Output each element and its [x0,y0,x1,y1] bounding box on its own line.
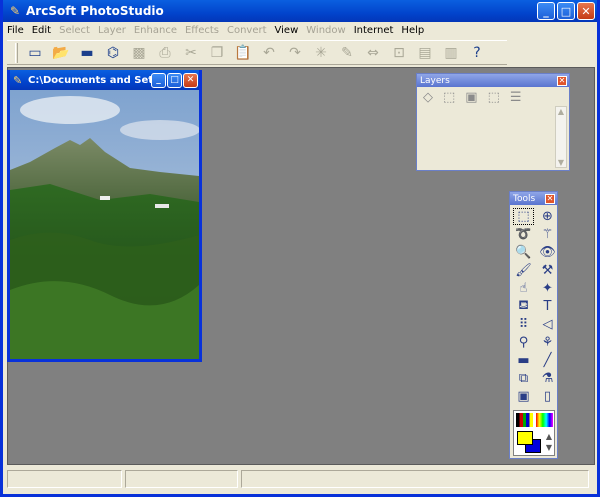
title-bar[interactable]: ✎ ArcSoft PhotoStudio _ □ ✕ [3,0,597,22]
color-palette-swatch[interactable] [516,413,533,427]
acquire-icon[interactable]: ▩ [128,42,150,64]
menu-layer[interactable]: Layer [98,25,126,36]
frame-icon[interactable]: ▣ [513,388,534,405]
menu-window[interactable]: Window [306,25,345,36]
main-toolbar: ▭ 📂 ▬ ⌬ ▩ ⎙ ✂ ❐ 📋 ↶ ↷ ✳ ✎ ⇔ ⊡ ▤ ▥? [7,40,507,65]
document-window[interactable]: ✎ C:\Documents and Set... _ □ ✕ [7,70,202,362]
fill-icon[interactable]: ⛾ [513,298,534,315]
layers-list[interactable] [420,110,556,166]
move-select-icon[interactable]: ⊕ [537,208,558,225]
airbrush-icon[interactable]: ⠿ [513,316,534,333]
document-title: C:\Documents and Set... [28,74,151,86]
menu-help[interactable]: Help [401,25,424,36]
photo-canvas[interactable] [10,90,199,359]
save-icon[interactable]: ▬ [76,42,98,64]
document-icon: ✎ [13,73,23,87]
help-icon[interactable]: ? [466,42,488,64]
print-icon[interactable]: ⎙ [154,42,176,64]
status-pane-1 [7,470,122,488]
app-logo-icon: ✎ [9,4,21,18]
zoom-icon[interactable]: 🔍 [513,244,534,261]
red-eye-icon[interactable]: 👁 [537,244,558,261]
redo-icon[interactable]: ↷ [284,42,306,64]
doc-minimize-button[interactable]: _ [151,72,166,88]
clone-icon[interactable]: ⚒ [537,262,558,279]
menu-effects[interactable]: Effects [185,25,219,36]
doc-maximize-button[interactable]: □ [167,72,182,88]
layer-action-icon[interactable]: ☰ [510,90,522,105]
layer-action-icon[interactable]: ⬚ [488,90,500,105]
line-icon[interactable]: ╱ [537,352,558,369]
gradient-icon[interactable]: ▬ [513,352,534,369]
close-button[interactable]: ✕ [577,2,595,20]
tools-grid: ⬚ ⊕ ➰ ⚚ 🔍 👁 🖌 ⚒ ☝ ✦ ⛾ T ⠿ ◁ ⚲ ⚘ ▬ ╱ ⧉ ⚗ ▣ ▯ [510,205,557,405]
magic-wand-icon[interactable]: ⚚ [537,226,558,243]
menu-internet[interactable]: Internet [354,25,394,36]
foreground-color[interactable] [517,431,533,445]
toolbar-grip[interactable] [15,42,18,63]
menu-view[interactable]: View [275,25,299,36]
scroll-up-icon[interactable]: ▲ [558,107,564,116]
magic-icon[interactable]: ✳ [310,42,332,64]
menu-convert[interactable]: Convert [227,25,267,36]
smudge-icon[interactable]: ☝ [513,280,534,297]
tools-title: Tools [513,193,536,204]
crop-icon[interactable]: ⊡ [388,42,410,64]
status-bar [7,470,595,490]
menu-file[interactable]: File [7,25,24,36]
swap-colors-icon[interactable]: ▲ ▼ [544,431,554,453]
menu-select[interactable]: Select [59,25,90,36]
layers-title: Layers [420,75,450,86]
eraser-icon[interactable]: ✎ [336,42,358,64]
layers-icon-row: ◇ ⬚ ▣ ⬚ ☰ [417,87,569,108]
retouch-icon[interactable]: ⚘ [537,334,558,351]
tools-palette[interactable]: Tools ✕ ⬚ ⊕ ➰ ⚚ 🔍 👁 🖌 ⚒ ☝ ✦ ⛾ T ⠿ ◁ ⚲ ⚘ ▬ ╱ ⧉ ⚗ ▣ ▯ ▲ ▼ [509,191,558,459]
eyedropper-icon[interactable]: ⚗ [537,370,558,387]
blur-icon[interactable]: ✦ [537,280,558,297]
layer-action-icon[interactable]: ⬚ [443,90,455,105]
crop-tool-icon[interactable]: ⧉ [513,370,534,387]
brush-icon[interactable]: 🖌 [513,262,534,279]
doc-close-button[interactable]: ✕ [183,72,198,88]
scan-icon[interactable]: ⌬ [102,42,124,64]
rect-select-icon[interactable]: ⬚ [513,208,534,225]
color-selector[interactable]: ▲ ▼ [513,410,555,456]
eraser-tool-icon[interactable]: ▯ [537,388,558,405]
document-title-bar[interactable]: ✎ C:\Documents and Set... _ □ ✕ [10,70,199,90]
stamp-icon[interactable]: ⚲ [513,334,534,351]
window-title: ArcSoft PhotoStudio [26,4,164,18]
resize-icon[interactable]: ⇔ [362,42,384,64]
maximize-button[interactable]: □ [557,2,575,20]
cut-icon[interactable]: ✂ [180,42,202,64]
undo-icon[interactable]: ↶ [258,42,280,64]
menu-bar: File Edit Select Layer Enhance Effects Convert… [3,22,597,39]
tools-title-bar[interactable]: Tools ✕ [510,192,557,205]
layer-action-icon[interactable]: ▣ [465,90,477,105]
layer-action-icon[interactable]: ◇ [423,90,433,105]
scroll-down-icon[interactable]: ▼ [558,158,564,167]
minimize-button[interactable]: _ [537,2,555,20]
landscape-photo [10,90,199,359]
menu-enhance[interactable]: Enhance [134,25,177,36]
tools-close-button[interactable]: ✕ [545,193,555,204]
lasso-icon[interactable]: ➰ [513,226,534,243]
slideshow-icon[interactable]: ▥ [440,42,462,64]
text-icon[interactable]: T [537,298,558,315]
menu-edit[interactable]: Edit [32,25,51,36]
layers-scrollbar[interactable]: ▲ ▼ [555,106,567,168]
layers-close-button[interactable]: ✕ [557,75,567,86]
status-pane-2 [125,470,238,488]
album-icon[interactable]: ▤ [414,42,436,64]
new-icon[interactable]: ▭ [24,42,46,64]
layers-title-bar[interactable]: Layers ✕ [417,74,569,87]
status-pane-3 [241,470,589,488]
layers-palette[interactable]: Layers ✕ ◇ ⬚ ▣ ⬚ ☰ ▲ ▼ [416,73,570,171]
copy-icon[interactable]: ❐ [206,42,228,64]
shape-icon[interactable]: ◁ [537,316,558,333]
paste-icon[interactable]: 📋 [232,42,254,64]
open-icon[interactable]: 📂 [50,42,72,64]
color-spectrum-swatch[interactable] [536,413,553,427]
